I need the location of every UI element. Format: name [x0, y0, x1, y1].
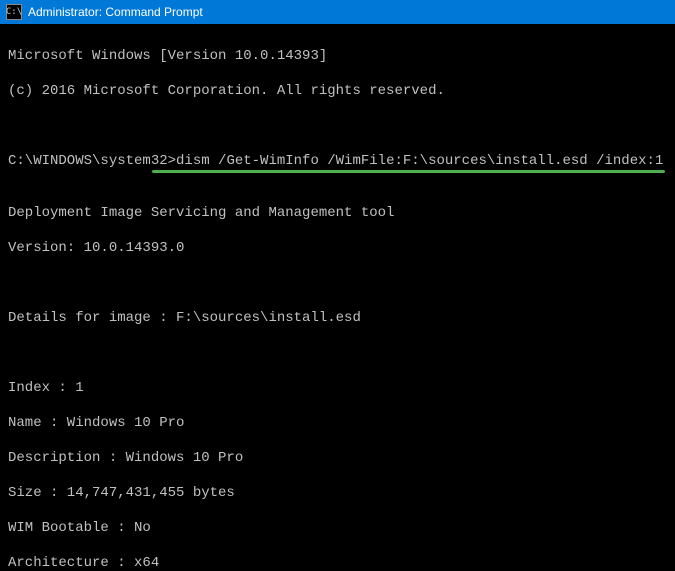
command-line: C:\WINDOWS\system32>dism /Get-WimInfo /W…: [8, 153, 663, 171]
tool-version: Version: 10.0.14393.0: [8, 240, 667, 258]
detail-row: WIM Bootable : No: [8, 520, 667, 538]
detail-row: Size : 14,747,431,455 bytes: [8, 485, 667, 503]
blank-line: [8, 118, 667, 136]
tool-title: Deployment Image Servicing and Managemen…: [8, 205, 667, 223]
detail-row: Architecture : x64: [8, 555, 667, 571]
terminal-area[interactable]: Microsoft Windows [Version 10.0.14393] (…: [0, 24, 675, 571]
detail-row: Index : 1: [8, 380, 667, 398]
blank-line: [8, 275, 667, 293]
header-line: (c) 2016 Microsoft Corporation. All righ…: [8, 83, 667, 101]
typed-command: dism /Get-WimInfo /WimFile:F:\sources\in…: [176, 153, 663, 169]
prompt: C:\WINDOWS\system32>: [8, 153, 176, 169]
command-prompt-window: C:\ Administrator: Command Prompt Micros…: [0, 0, 675, 571]
detail-row: Name : Windows 10 Pro: [8, 415, 667, 433]
details-for: Details for image : F:\sources\install.e…: [8, 310, 667, 328]
header-line: Microsoft Windows [Version 10.0.14393]: [8, 48, 667, 66]
window-title: Administrator: Command Prompt: [28, 5, 203, 19]
blank-line: [8, 345, 667, 363]
detail-row: Description : Windows 10 Pro: [8, 450, 667, 468]
cmd-icon: C:\: [6, 4, 22, 20]
title-bar[interactable]: C:\ Administrator: Command Prompt: [0, 0, 675, 24]
